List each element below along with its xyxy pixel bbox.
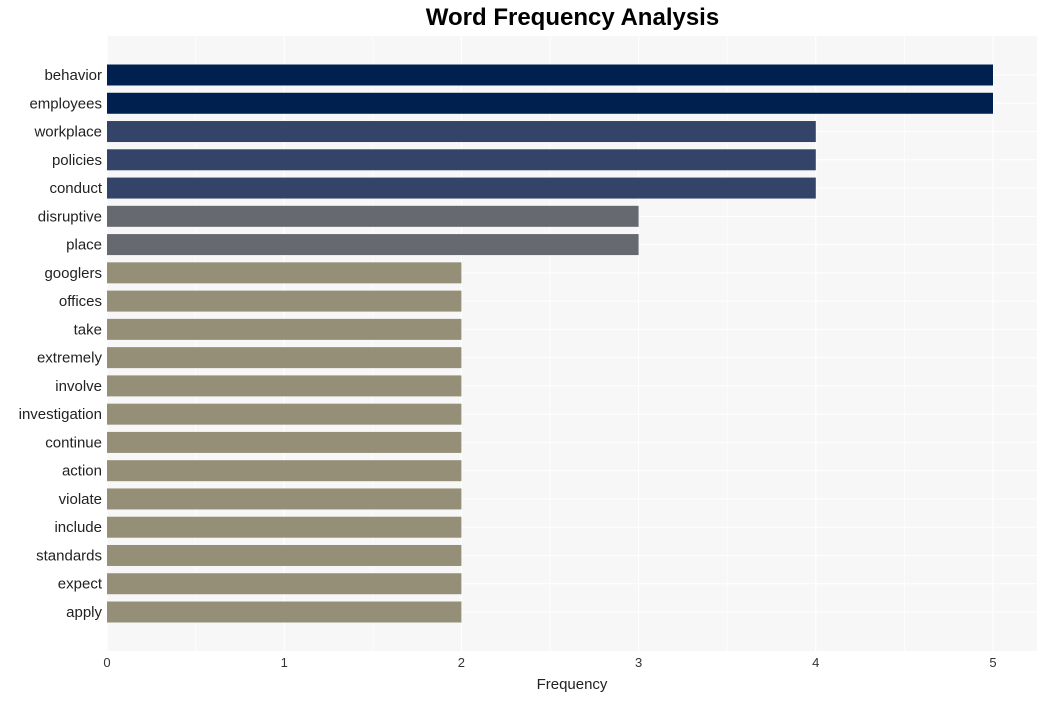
bar-action <box>107 460 462 482</box>
bar-apply <box>107 601 462 623</box>
bar-chart: behavior employees workplace policies conduc… <box>19 36 1037 693</box>
category-label: include <box>54 519 102 536</box>
x-tick-label: 0 <box>103 655 110 670</box>
bar-googlers <box>107 262 462 284</box>
category-label: disruptive <box>38 208 102 225</box>
category-label: action <box>62 463 102 480</box>
bar-investigation <box>107 403 462 425</box>
category-label: involve <box>55 378 102 395</box>
category-label: workplace <box>33 124 102 141</box>
bar-place <box>107 234 639 256</box>
category-label: extremely <box>37 350 103 367</box>
bar-include <box>107 516 462 538</box>
category-label: violate <box>59 491 102 508</box>
x-axis-title: Frequency <box>537 676 608 693</box>
category-label: googlers <box>44 265 102 282</box>
category-label: apply <box>66 604 102 621</box>
category-label: expect <box>58 576 103 593</box>
bar-offices <box>107 290 462 312</box>
bar-expect <box>107 573 462 595</box>
category-label: standards <box>36 547 102 564</box>
bar-continue <box>107 431 462 453</box>
category-label: investigation <box>19 406 102 423</box>
bar-extremely <box>107 347 462 369</box>
bar-workplace <box>107 121 816 143</box>
x-tick-label: 4 <box>812 655 819 670</box>
x-tick-labels: 0 1 2 3 4 5 <box>103 655 996 670</box>
category-label: employees <box>29 95 102 112</box>
x-tick-label: 5 <box>989 655 996 670</box>
bar-take <box>107 318 462 340</box>
category-label: offices <box>59 293 102 310</box>
bar-employees <box>107 92 993 114</box>
bar-behavior <box>107 64 993 86</box>
category-label: policies <box>52 152 102 169</box>
category-label: place <box>66 237 102 254</box>
x-tick-label: 2 <box>458 655 465 670</box>
bar-conduct <box>107 177 816 199</box>
bar-involve <box>107 375 462 397</box>
x-tick-label: 1 <box>281 655 288 670</box>
bar-violate <box>107 488 462 510</box>
bar-standards <box>107 544 462 566</box>
bar-policies <box>107 149 816 171</box>
category-label: take <box>74 321 102 338</box>
category-labels: behavior employees workplace policies conduc… <box>19 67 103 621</box>
category-label: behavior <box>44 67 102 84</box>
x-tick-label: 3 <box>635 655 642 670</box>
category-label: continue <box>45 434 102 451</box>
category-label: conduct <box>49 180 102 197</box>
bar-disruptive <box>107 205 639 227</box>
